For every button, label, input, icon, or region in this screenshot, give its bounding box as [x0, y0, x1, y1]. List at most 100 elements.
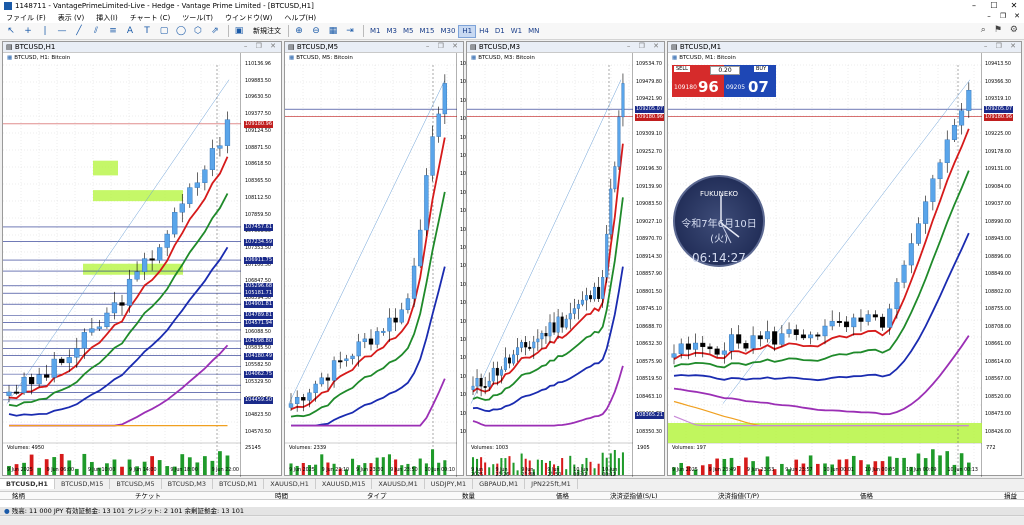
price-tag: 104062.75	[244, 371, 274, 379]
text-tool-icon[interactable]: A	[123, 25, 137, 38]
time-tick-label: 9 Jun 23:57	[785, 468, 813, 473]
timeframe-m1[interactable]: M1	[367, 25, 384, 38]
candle-body	[59, 358, 65, 364]
timeframe-mn[interactable]: MN	[525, 25, 542, 38]
cursor-icon[interactable]: ↖	[4, 25, 18, 38]
price-tick-label: 108943.00	[985, 237, 1011, 243]
time-axis: 9 Jun 2025 9 Jun 23:26 9 Jun 23:38 9 Jun 23…	[471, 468, 631, 478]
candle-body	[613, 166, 617, 190]
chart-window-m5[interactable]: ▤ BTCUSD,M5 – ❐ ✕ ▦ BTCUSD, M5: Bitcoin …	[284, 41, 486, 477]
trendline-icon[interactable]: ╱	[72, 25, 86, 38]
tab-usdjpy-m1[interactable]: USDJPY,M1	[425, 479, 474, 489]
timeframe-m5[interactable]: M5	[400, 25, 417, 38]
price-tick-label: 109178.00	[985, 149, 1011, 155]
notification-icon[interactable]: ⚑	[994, 25, 1002, 35]
zoom-out-icon[interactable]: ⊖	[309, 25, 323, 38]
candle-body	[872, 314, 878, 318]
tile-windows-icon[interactable]: ▦	[326, 25, 340, 38]
chart-window-m3[interactable]: ▤ BTCUSD,M3 – ❐ ✕ ▦ BTCUSD, M3: Bitcoin …	[466, 41, 665, 478]
col-symbol[interactable]: 銘柄	[12, 492, 25, 500]
timeframe-m15[interactable]: M15	[417, 25, 438, 38]
channel-icon[interactable]: ⫽	[89, 25, 103, 38]
chart-window-controls[interactable]: – ❐ ✕	[627, 42, 662, 50]
col-current-price[interactable]: 価格	[860, 492, 873, 500]
label-tool-icon[interactable]: T	[140, 25, 154, 38]
tab-btcusd-h1[interactable]: BTCUSD,H1	[0, 479, 55, 489]
candle-body	[671, 353, 677, 358]
col-stop-loss[interactable]: 決済逆指値(S/L)	[610, 492, 658, 500]
new-order-icon[interactable]: ▣	[232, 25, 246, 38]
mdi-restore-icon[interactable]: ❐	[996, 12, 1010, 20]
price-tick-label: 108802.00	[985, 289, 1011, 295]
shapes-icon[interactable]: ⬡	[191, 25, 205, 38]
timeframe-m3[interactable]: M3	[384, 25, 401, 38]
candle-body	[202, 169, 208, 183]
candle-body	[74, 348, 80, 358]
close-icon[interactable]: ✕	[1004, 0, 1024, 12]
candle-body	[520, 342, 524, 348]
candle-body	[685, 343, 691, 350]
moving-average-line	[290, 191, 446, 418]
chart-window-controls[interactable]: – ❐ ✕	[984, 42, 1019, 50]
col-profit[interactable]: 損益	[1004, 492, 1017, 500]
menu-item-insert[interactable]: 挿入(I)	[90, 13, 124, 23]
chart-window-h1[interactable]: ▤ BTCUSD,H1 – ❐ ✕ ▦ BTCUSD, H1: Bitcoin …	[2, 41, 282, 477]
tab-xauusd-m1[interactable]: XAUUSD,M1	[372, 479, 425, 489]
minimize-icon[interactable]: –	[964, 0, 984, 12]
menu-item-file[interactable]: ファイル (F)	[0, 13, 52, 23]
new-order-button[interactable]: 新規注文	[249, 25, 285, 38]
tab-btcusd-m5[interactable]: BTCUSD,M5	[110, 479, 162, 489]
col-price[interactable]: 価格	[556, 492, 569, 500]
menu-item-chart[interactable]: チャート (C)	[124, 13, 177, 23]
chart-window-controls[interactable]: – ❐ ✕	[426, 42, 461, 50]
vertical-line-icon[interactable]: |	[38, 25, 52, 38]
horizontal-line-icon[interactable]: —	[55, 25, 69, 38]
arrow-icon[interactable]: ⇗	[208, 25, 222, 38]
rectangle-icon[interactable]: ▢	[157, 25, 171, 38]
moving-average-line	[472, 143, 624, 393]
tab-btcusd-m1[interactable]: BTCUSD,M1	[213, 479, 265, 489]
price-tick-label: 108708.00	[985, 324, 1011, 330]
tab-xauusd-m15[interactable]: XAUUSD,M15	[316, 479, 373, 489]
menu-item-help[interactable]: ヘルプ(H)	[278, 13, 322, 23]
ellipse-icon[interactable]: ◯	[174, 25, 188, 38]
tab-jpn225ft-m1[interactable]: JPN225ft,M1	[525, 479, 578, 489]
tab-xauusd-h1[interactable]: XAUUSD,H1	[264, 479, 316, 489]
price-plot[interactable]	[285, 53, 457, 477]
timeframe-h1[interactable]: H1	[458, 24, 477, 38]
timeframe-h4[interactable]: H4	[476, 25, 492, 38]
mdi-close-icon[interactable]: ✕	[1010, 12, 1024, 20]
col-time[interactable]: 時間	[275, 492, 288, 500]
col-ticket[interactable]: チケット	[135, 492, 161, 500]
price-plot[interactable]	[3, 53, 241, 477]
candle-body	[937, 162, 943, 179]
candle-body	[149, 258, 155, 261]
settings-icon[interactable]: ⚙	[1010, 25, 1018, 35]
lot-size-input[interactable]: 0.20	[710, 66, 740, 75]
tab-gbpaud-m1[interactable]: GBPAUD,M1	[473, 479, 526, 489]
crosshair-icon[interactable]: +	[21, 25, 35, 38]
timeframe-m30[interactable]: M30	[437, 25, 458, 38]
timeframe-w1[interactable]: W1	[508, 25, 525, 38]
col-volume[interactable]: 数量	[462, 492, 475, 500]
volume-label: Volumes: 1003	[471, 445, 509, 451]
menu-item-window[interactable]: ウインドウ(W)	[219, 13, 278, 23]
menu-item-tools[interactable]: ツール(T)	[176, 13, 219, 23]
trend-line	[470, 79, 622, 404]
col-take-profit[interactable]: 決済指値(T/P)	[718, 492, 759, 500]
candle-body	[187, 187, 193, 204]
candle-body	[836, 320, 842, 323]
fibonacci-icon[interactable]: ≡	[106, 25, 120, 38]
zoom-in-icon[interactable]: ⊕	[292, 25, 306, 38]
price-plot[interactable]	[467, 53, 633, 477]
search-icon[interactable]: ⌕	[981, 25, 986, 35]
mdi-minimize-icon[interactable]: –	[982, 12, 996, 20]
menu-item-view[interactable]: 表示 (V)	[52, 13, 90, 23]
col-type[interactable]: タイプ	[367, 492, 387, 500]
maximize-icon[interactable]: ☐	[984, 0, 1004, 12]
chart-window-controls[interactable]: – ❐ ✕	[244, 42, 279, 50]
tab-btcusd-m3[interactable]: BTCUSD,M3	[162, 479, 213, 489]
chart-scroll-icon[interactable]: ⇥	[343, 25, 357, 38]
tab-btcusd-m15[interactable]: BTCUSD,M15	[55, 479, 111, 489]
timeframe-d1[interactable]: D1	[492, 25, 508, 38]
